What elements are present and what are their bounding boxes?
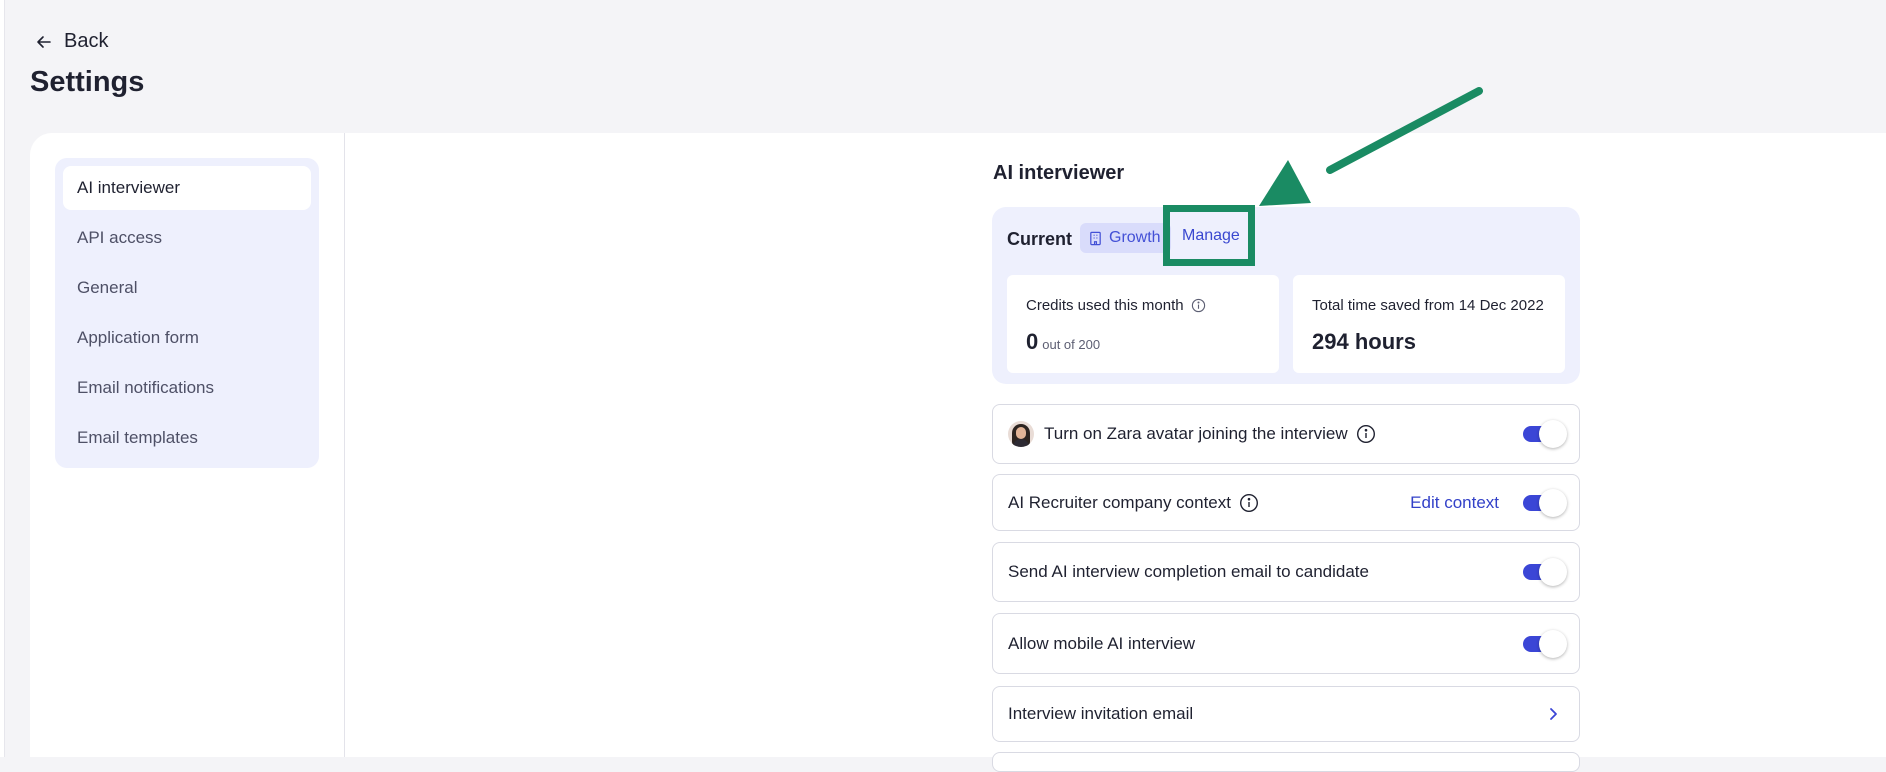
- credits-value-row: 0 out of 200: [1026, 329, 1100, 355]
- info-icon[interactable]: [1356, 424, 1376, 444]
- sidebar-item-label: Email templates: [77, 428, 198, 447]
- back-label: Back: [64, 30, 109, 52]
- mobile-interview-toggle[interactable]: [1523, 629, 1567, 658]
- completion-email-setting: Send AI interview completion email to ca…: [992, 542, 1580, 602]
- setting-label: Send AI interview completion email to ca…: [1008, 562, 1369, 581]
- sidebar-item-label: Email notifications: [77, 378, 215, 397]
- plan-badge: Growth: [1080, 223, 1171, 253]
- current-plan-label: Current: [1007, 229, 1073, 249]
- zara-avatar-toggle[interactable]: [1523, 420, 1567, 448]
- credits-value: 0: [1026, 329, 1039, 354]
- time-saved-value: 294 hours: [1312, 329, 1416, 354]
- setting-label: AI Recruiter company context: [1008, 492, 1231, 512]
- plan-badge-label: Growth: [1109, 229, 1161, 246]
- sidebar-item-label: AI interviewer: [77, 178, 180, 197]
- arrow-left-icon: [37, 35, 51, 48]
- mobile-interview-setting: Allow mobile AI interview: [992, 613, 1580, 674]
- edit-context-link[interactable]: Edit context: [1410, 493, 1499, 513]
- credits-stat: Credits used this month 0 out of 200: [1007, 275, 1279, 373]
- back-link[interactable]: Back: [36, 30, 108, 53]
- next-setting-row: [992, 752, 1580, 772]
- chevron-right-icon: [1550, 708, 1557, 720]
- sidebar-item-label: Application form: [77, 328, 199, 347]
- manage-plan-link[interactable]: Manage: [1182, 227, 1240, 245]
- sidebar-item-email-notifications[interactable]: Email notifications: [63, 366, 311, 410]
- plan-card: Current Growth Manage Credits used this …: [992, 207, 1580, 384]
- settings-sidebar: AI interviewer API access General Applic…: [55, 158, 319, 468]
- time-saved-label: Total time saved from 14 Dec 2022: [1312, 297, 1544, 314]
- credits-label: Credits used this month: [1026, 297, 1184, 314]
- sidebar-item-application-form[interactable]: Application form: [63, 316, 311, 360]
- info-icon[interactable]: [1191, 298, 1206, 313]
- credits-label-row: Credits used this month: [1026, 297, 1206, 314]
- window-edge: [0, 0, 5, 757]
- sidebar-item-email-templates[interactable]: Email templates: [63, 416, 311, 460]
- sidebar-item-label: API access: [77, 228, 163, 247]
- sidebar-item-general[interactable]: General: [63, 266, 311, 310]
- sidebar-item-label: General: [77, 278, 138, 297]
- company-context-toggle[interactable]: [1523, 488, 1567, 517]
- setting-label: Turn on Zara avatar joining the intervie…: [1044, 424, 1348, 443]
- building-icon: [1090, 231, 1101, 245]
- completion-email-toggle[interactable]: [1523, 558, 1567, 586]
- page-title: Settings: [30, 66, 145, 98]
- section-title: AI interviewer: [993, 162, 1125, 184]
- sidebar-item-ai-interviewer[interactable]: AI interviewer: [63, 166, 311, 210]
- time-saved-stat: Total time saved from 14 Dec 2022 294 ho…: [1293, 275, 1565, 373]
- setting-label: Allow mobile AI interview: [1008, 633, 1196, 653]
- invitation-email-row[interactable]: Interview invitation email: [992, 686, 1580, 742]
- setting-label: Interview invitation email: [1008, 704, 1194, 723]
- avatar: [1008, 421, 1034, 447]
- info-icon[interactable]: [1239, 493, 1259, 513]
- zara-avatar-setting: Turn on Zara avatar joining the intervie…: [992, 404, 1580, 464]
- company-context-setting: AI Recruiter company context Edit contex…: [992, 474, 1580, 531]
- panel-divider: [344, 133, 345, 757]
- credits-limit: out of 200: [1042, 337, 1101, 352]
- sidebar-item-api-access[interactable]: API access: [63, 216, 311, 260]
